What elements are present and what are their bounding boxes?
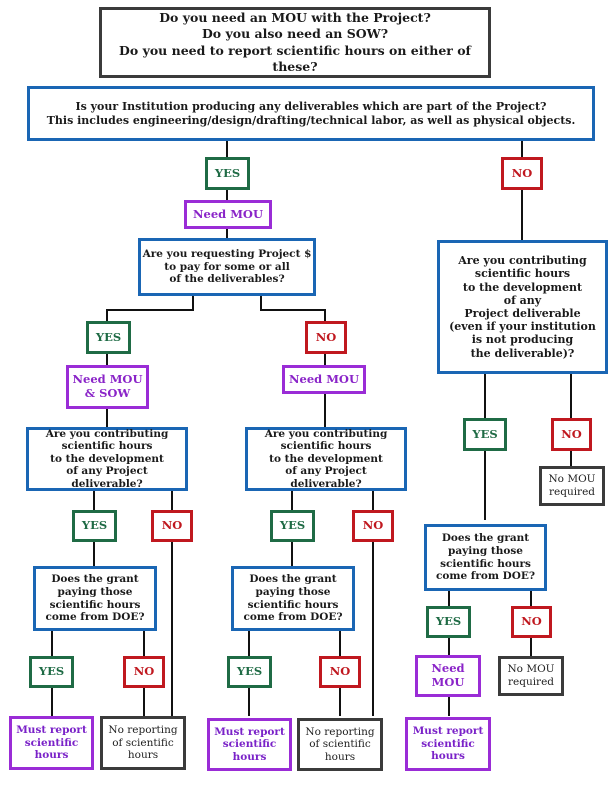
- no-label-hours-right: NO: [551, 418, 592, 451]
- outcome-need-mou-right: Need MOU: [415, 655, 481, 697]
- question-doe-left: Does the grant paying those scientific h…: [33, 566, 157, 631]
- result-no-reporting-left: No reporting of scientific hours: [100, 716, 186, 770]
- title-box: Do you need an MOU with the Project? Do …: [99, 7, 491, 78]
- question-deliverables: Is your Institution producing any delive…: [27, 86, 595, 141]
- outcome-need-mou-nofunds: Need MOU: [282, 365, 366, 394]
- question-project-funds: Are you requesting Project $ to pay for …: [138, 238, 316, 296]
- result-no-mou-required-doe: No MOU required: [498, 656, 564, 696]
- question-hours-funds-no: Are you contributing scientific hours to…: [245, 427, 407, 491]
- outcome-need-mou: Need MOU: [184, 200, 272, 229]
- no-label-doe-right: NO: [511, 606, 552, 638]
- no-label-deliverables: NO: [501, 157, 543, 190]
- connector-qfunds-yes: [106, 296, 194, 322]
- result-no-reporting-middle: No reporting of scientific hours: [297, 718, 383, 771]
- yes-label-funds: YES: [86, 321, 131, 354]
- yes-label-doe-middle: YES: [227, 656, 272, 688]
- no-label-doe-left: NO: [123, 656, 165, 688]
- question-doe-right: Does the grant paying those scientific h…: [424, 524, 547, 591]
- yes-label-hours-right: YES: [463, 418, 507, 451]
- yes-label-hours-left: YES: [72, 510, 117, 542]
- question-hours-no-deliverables: Are you contributing scientific hours to…: [437, 240, 608, 374]
- result-must-report-right: Must report scientific hours: [405, 717, 491, 771]
- result-must-report-left: Must report scientific hours: [9, 716, 94, 770]
- question-hours-funds-yes: Are you contributing scientific hours to…: [26, 427, 188, 491]
- no-label-hours-middle: NO: [352, 510, 394, 542]
- outcome-need-mou-sow: Need MOU & SOW: [66, 365, 149, 409]
- yes-label-doe-left: YES: [29, 656, 74, 688]
- question-doe-middle: Does the grant paying those scientific h…: [231, 566, 355, 631]
- yes-label-doe-right: YES: [426, 606, 471, 638]
- no-label-doe-middle: NO: [319, 656, 361, 688]
- result-no-mou-required-hours: No MOU required: [539, 466, 605, 506]
- no-label-funds: NO: [305, 321, 347, 354]
- yes-label-deliverables: YES: [205, 157, 250, 190]
- yes-label-hours-middle: YES: [270, 510, 315, 542]
- connector-qfunds-no: [260, 296, 326, 322]
- no-label-hours-left: NO: [151, 510, 193, 542]
- result-must-report-middle: Must report scientific hours: [207, 718, 292, 771]
